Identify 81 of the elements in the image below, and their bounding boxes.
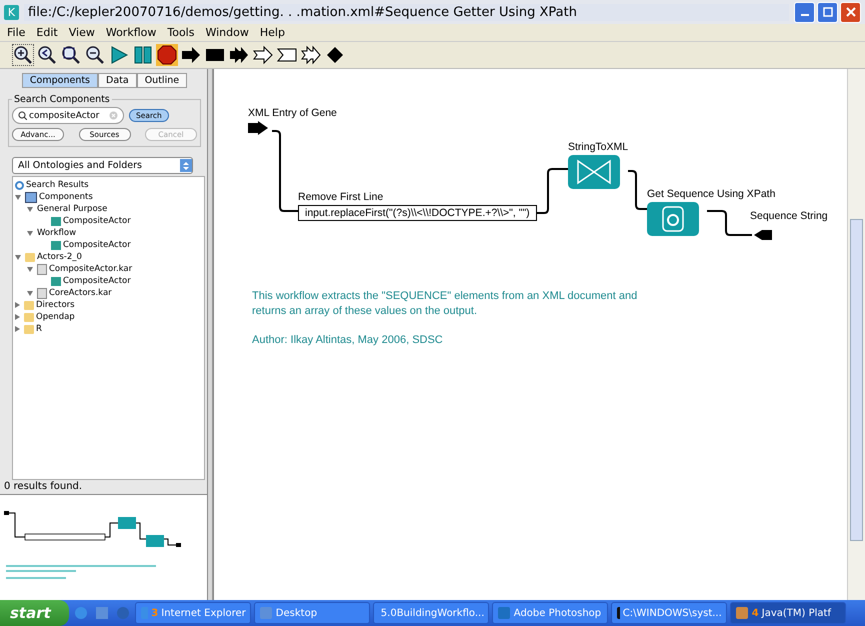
splitter-handle[interactable] <box>208 69 213 600</box>
output-port-icon[interactable] <box>752 228 772 242</box>
taskbar-button[interactable]: Desktop <box>254 602 370 624</box>
menu-item[interactable]: Window <box>205 26 249 39</box>
tab[interactable]: Data <box>98 73 137 88</box>
close-button[interactable] <box>840 2 861 22</box>
folder-icon <box>25 252 35 262</box>
tree-item[interactable]: Actors-2_0 <box>37 252 82 262</box>
connector <box>628 170 647 210</box>
menu-item[interactable]: View <box>68 26 95 39</box>
kar-icon <box>37 264 47 274</box>
menu-item[interactable]: Tools <box>167 26 194 39</box>
actor-icon <box>51 276 61 286</box>
taskbar-button[interactable]: 3 Internet Explorer <box>134 602 251 624</box>
maximize-icon <box>822 7 832 17</box>
zoom-reset-icon[interactable] <box>36 44 58 66</box>
actor-icon <box>51 240 61 250</box>
tree-item[interactable]: CompositeActor.kar <box>49 264 132 274</box>
input-port-icon[interactable] <box>248 121 270 135</box>
tree-item[interactable]: Directors <box>36 300 75 310</box>
menu-item[interactable]: Help <box>260 26 285 39</box>
actor-label: XML Entry of Gene <box>248 107 337 119</box>
minimize-icon <box>800 14 808 16</box>
pause-icon[interactable] <box>132 44 154 66</box>
ontology-dropdown[interactable]: All Ontologies and Folders <box>12 157 193 174</box>
connector <box>707 210 752 236</box>
taskbar-button[interactable]: Adobe Photoshop <box>492 602 608 624</box>
tree-item[interactable]: Workflow <box>37 228 76 238</box>
menu-item[interactable]: Edit <box>36 26 58 39</box>
expander-icon[interactable] <box>27 230 33 236</box>
zoom-out-icon[interactable] <box>84 44 106 66</box>
stop-icon[interactable] <box>156 44 178 66</box>
author-text: Author: Ilkay Altintas, May 2006, SDSC <box>252 333 444 348</box>
status-text: 0 results found. <box>4 480 84 494</box>
tree-item[interactable]: R <box>36 324 42 334</box>
arrow-outline-icon[interactable] <box>252 44 274 66</box>
minimize-button[interactable] <box>794 2 815 22</box>
taskbar-button[interactable]: C:\WINDOWS\syst... <box>610 602 727 624</box>
search-icon <box>18 111 27 120</box>
tab[interactable]: Components <box>22 73 98 88</box>
tree-item[interactable]: Search Results <box>26 180 89 190</box>
arrow-icon[interactable] <box>180 44 202 66</box>
search-field[interactable]: compositeActor <box>12 107 124 124</box>
double-icon[interactable] <box>228 44 250 66</box>
actor-label: Get Sequence Using XPath <box>647 188 776 200</box>
tree-item[interactable]: CompositeActor <box>63 216 131 226</box>
tree-item[interactable]: CoreActors.kar <box>49 288 112 298</box>
window-title: file:/C:/kepler20070716/demos/getting. . .mation.xml#Sequence Getter Using XPath <box>24 4 789 20</box>
zoom-in-icon[interactable] <box>12 44 34 66</box>
kar-icon <box>37 288 47 298</box>
app-icon: K <box>4 4 19 20</box>
actor-label: StringToXML <box>568 141 628 153</box>
string-to-xml-actor[interactable] <box>568 155 620 189</box>
taskbar-button[interactable]: 4 Java(TM) Platf <box>730 602 846 624</box>
zoom-fit-icon[interactable] <box>60 44 82 66</box>
xpath-actor[interactable] <box>647 202 699 236</box>
taskbar-button[interactable]: 5.0BuildingWorkflo... <box>372 602 489 624</box>
tab[interactable]: Outline <box>136 73 188 88</box>
menu-item[interactable]: File <box>7 26 26 39</box>
menu-item[interactable]: Workflow <box>106 26 156 39</box>
expression-box[interactable]: input.replaceFirst("(?s)\\<\\!DOCTYPE.+?\\>", "") <box>298 205 537 221</box>
dropdown-caret-icon <box>180 159 192 172</box>
maximize-button[interactable] <box>817 2 838 22</box>
book-icon <box>25 192 37 202</box>
tree-item[interactable]: CompositeActor <box>63 276 131 286</box>
close-icon <box>846 7 856 17</box>
actor-icon <box>51 216 61 226</box>
tree-item[interactable]: Opendap <box>36 312 75 322</box>
double-outline-icon[interactable] <box>300 44 322 66</box>
search-input[interactable]: compositeActor <box>29 110 107 120</box>
vertical-scrollbar[interactable] <box>847 69 865 600</box>
group-title: Search Components <box>13 94 111 105</box>
expander-icon[interactable] <box>27 206 33 212</box>
connector <box>536 168 568 214</box>
tree-item[interactable]: Components <box>39 192 93 202</box>
tree-item[interactable]: General Purpose <box>37 204 108 214</box>
tree-item[interactable]: CompositeActor <box>63 240 131 250</box>
search-icon <box>15 180 24 190</box>
description-text: This workflow extracts the "SEQUENCE" elements from an XML document and returns an array of these values on the output. <box>252 289 638 319</box>
actor-label: Sequence String <box>750 210 828 222</box>
actor-label: Remove First Line <box>298 191 384 203</box>
